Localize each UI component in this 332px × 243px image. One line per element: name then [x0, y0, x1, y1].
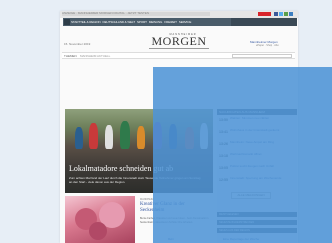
- main-nav: STADTTEIL & REGION DEUTSCHLAND & WELT SP…: [63, 18, 231, 26]
- flower-shape: [89, 222, 107, 240]
- runner-figure: [75, 127, 83, 149]
- partner-sub-links[interactable]: ePaper · Shop · Abo: [256, 44, 279, 47]
- facebook-icon[interactable]: [274, 12, 278, 16]
- nav-item-service[interactable]: SERVICE: [179, 20, 192, 24]
- topic-bar: THEMEN MANNHEIM AKTUELL: [62, 52, 295, 59]
- runner-figure: [105, 125, 113, 149]
- home-icon[interactable]: [64, 19, 70, 25]
- whatsapp-icon[interactable]: [284, 12, 288, 16]
- topics-label[interactable]: THEMEN: [64, 54, 77, 58]
- logo-divider: [149, 48, 209, 49]
- rss-icon[interactable]: [289, 12, 293, 16]
- search-input[interactable]: [232, 54, 292, 58]
- nav-item-freizeit[interactable]: FREIZEIT: [164, 20, 177, 24]
- top-ad-strip: ANZEIGE · MANNHEIMER MORGEN DIGITAL · JE…: [60, 11, 298, 18]
- nav-item-deutschland[interactable]: DEUTSCHLAND & WELT: [103, 20, 136, 24]
- ad-badge[interactable]: [258, 12, 271, 16]
- ad-banner[interactable]: ANZEIGE · MANNHEIMER MORGEN DIGITAL · JE…: [62, 12, 210, 16]
- date-label: 15. November 2019: [64, 42, 91, 46]
- article-category: MANNHEIM: [140, 198, 154, 201]
- nav-item-sport[interactable]: SPORT: [137, 20, 147, 24]
- blue-overlay: [153, 67, 332, 243]
- runner-figure: [137, 126, 145, 149]
- ad-banner-text: ANZEIGE · MANNHEIMER MORGEN DIGITAL · JE…: [62, 12, 150, 15]
- article-image[interactable]: [65, 196, 135, 243]
- nav-item-meinung[interactable]: MEINUNG: [149, 20, 163, 24]
- twitter-icon[interactable]: [279, 12, 283, 16]
- runner-figure: [89, 123, 98, 149]
- runner-figure: [120, 121, 130, 149]
- topic-link[interactable]: MANNHEIM AKTUELL: [80, 54, 110, 58]
- nav-item-stadtteil[interactable]: STADTTEIL & REGION: [71, 20, 101, 24]
- nav-extension: [231, 18, 297, 26]
- site-logo[interactable]: MORGEN: [149, 35, 209, 47]
